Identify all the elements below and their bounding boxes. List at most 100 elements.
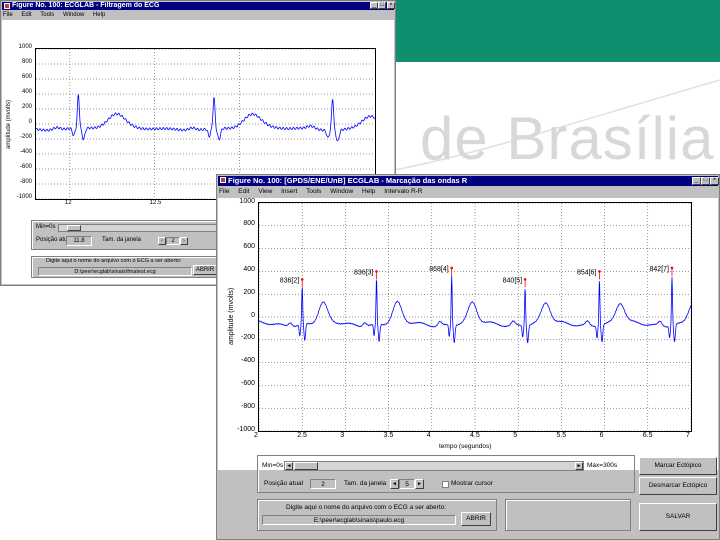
y-tick-label: 400 [243, 265, 255, 273]
window1-y-axis-label: amplitude (mvolts) [6, 99, 12, 149]
window2-window-size-label: Tam. da janela [344, 480, 387, 487]
show-cursor-label: Mostrar cursor [451, 480, 493, 487]
window2-plot-svg: 836[2] 836[3] 868[4] 840[5] 854[6] 842[7] [259, 203, 691, 431]
maximize-button[interactable]: □ [378, 2, 386, 9]
menu-help[interactable]: Help [93, 12, 105, 18]
r-peak-label: 854[6] [577, 269, 597, 276]
r-peak-point[interactable] [375, 270, 378, 273]
menu-edit[interactable]: Edit [238, 188, 249, 195]
x-tick-label: 6.5 [642, 432, 653, 439]
window1-size-decrease-button[interactable]: ‹ [158, 237, 166, 245]
ecg-signal-line [36, 94, 375, 142]
close-button[interactable]: × [387, 2, 395, 9]
y-tick-label: 600 [21, 74, 32, 80]
matlab-figure-icon [220, 177, 226, 183]
menu-window[interactable]: Window [330, 188, 353, 195]
window2-file-prompt: Digite aqui o nome do arquivo com o ECG … [286, 504, 447, 511]
y-tick-label: 600 [243, 243, 255, 251]
slider-right-arrow[interactable]: ► [575, 462, 583, 470]
window1-titlebar[interactable]: Figure No. 100: ECGLAB - Filtragem do EC… [2, 2, 394, 10]
menu-file[interactable]: File [3, 12, 13, 18]
window2-slider-max-label: Max=300s [587, 462, 618, 469]
window2-menubar: File Edit View Insert Tools Window Help … [219, 187, 430, 197]
menu-view[interactable]: View [258, 188, 272, 195]
y-tick-label: 800 [243, 220, 255, 228]
y-tick-label: 400 [21, 89, 32, 95]
window2-size-increase-button[interactable]: ► [415, 479, 424, 489]
window1-slider-thumb[interactable] [67, 225, 81, 231]
window2-info-panel [505, 499, 631, 531]
show-cursor-checkbox[interactable] [442, 481, 449, 488]
y-tick-label: -200 [19, 134, 32, 140]
window2-navigation-panel: Min=0s ◄ ► Max=300s Posição atual 2 Tam.… [257, 455, 635, 493]
r-peak-point[interactable] [300, 278, 304, 281]
y-tick-label: -400 [19, 149, 32, 155]
window2-file-path-input[interactable]: E:\peer\ecglab\sinais\paulo.ecg [262, 515, 456, 525]
menu-rr-interval[interactable]: Intervalo R-R [384, 188, 422, 195]
y-tick-label: 800 [21, 59, 32, 65]
r-peak-point[interactable] [450, 266, 453, 270]
matlab-figure-icon [4, 3, 10, 9]
window1-open-button[interactable]: ABRIR [193, 265, 217, 275]
r-peak-point[interactable] [598, 270, 601, 273]
window1-title: Figure No. 100: ECGLAB - Filtragem do EC… [12, 2, 160, 9]
x-tick-label: 4 [426, 432, 431, 439]
minimize-button[interactable]: _ [692, 177, 701, 185]
y-tick-label: -800 [19, 179, 32, 185]
y-tick-label: 1000 [18, 44, 32, 50]
window2-position-label: Posição atual [264, 480, 304, 487]
y-tick-label: 0 [251, 311, 255, 319]
menu-window[interactable]: Window [63, 12, 84, 18]
x-tick-label: 4.5 [470, 432, 480, 439]
r-peak-label: 868[4] [429, 266, 449, 273]
r-peak-label: 836[3] [354, 269, 374, 276]
window1-size-increase-button[interactable]: › [180, 237, 188, 245]
menu-tools[interactable]: Tools [306, 188, 321, 195]
background-band [395, 0, 720, 62]
save-button[interactable]: SALVAR [639, 503, 717, 531]
window1-file-path-input[interactable]: D:\peer\ecglab\sinais\fmatest.ecg [38, 267, 192, 276]
close-button[interactable]: × [710, 177, 719, 185]
r-peak-point[interactable] [670, 266, 674, 270]
x-tick-label: 12 [64, 200, 72, 206]
window2-position-field[interactable]: 2 [310, 479, 336, 489]
window2-size-field[interactable]: 5 [399, 479, 415, 489]
window2-slider-thumb[interactable] [294, 462, 318, 470]
x-tick-label: 3 [340, 432, 345, 439]
y-tick-label: 0 [28, 119, 32, 125]
window1-position-field[interactable]: 11.8 [66, 236, 92, 246]
r-peak-label: 842[7] [650, 266, 670, 273]
y-tick-label: 200 [21, 104, 32, 110]
window1-menubar: File Edit Tools Window Help [3, 11, 112, 19]
mark-ectopic-button[interactable]: Marcar Ectópico [639, 457, 717, 475]
window2-title: Figure No. 100: [GPDS/ENE/UnB] ECGLAB - … [228, 176, 468, 185]
r-peak-point[interactable] [523, 278, 527, 281]
window2-ecg-plot[interactable]: 836[2] 836[3] 868[4] 840[5] 854[6] 842[7] [258, 202, 692, 432]
menu-insert[interactable]: Insert [281, 188, 297, 195]
y-tick-label: -600 [240, 379, 255, 387]
x-tick-label: 6 [599, 432, 604, 439]
x-tick-label: 12.5 [149, 200, 162, 206]
maximize-button[interactable]: □ [701, 177, 710, 185]
minimize-button[interactable]: _ [370, 2, 378, 9]
window2-titlebar[interactable]: Figure No. 100: [GPDS/ENE/UnB] ECGLAB - … [218, 176, 718, 186]
window2-y-axis-label: amplitude (mvolts) [228, 287, 235, 345]
menu-tools[interactable]: Tools [40, 12, 54, 18]
window1-size-field[interactable]: 2 [166, 237, 180, 245]
menu-file[interactable]: File [219, 188, 229, 195]
y-tick-label: -400 [240, 357, 255, 365]
window2-time-slider[interactable]: ◄ ► [284, 461, 584, 471]
unmark-ectopic-button[interactable]: Desmarcar Ectópico [639, 477, 717, 495]
y-tick-label: -600 [19, 164, 32, 170]
y-tick-label: -1000 [16, 194, 32, 200]
y-tick-label: -1000 [237, 425, 255, 433]
window2-open-button[interactable]: ABRIR [461, 512, 491, 526]
slider-left-arrow[interactable]: ◄ [285, 462, 293, 470]
window2-slider-min-label: Min=0s [262, 462, 284, 469]
x-tick-label: 3.5 [383, 432, 394, 439]
window1-time-slider[interactable] [58, 224, 218, 232]
menu-help[interactable]: Help [362, 188, 375, 195]
y-tick-label: 200 [243, 288, 255, 296]
window2-size-decrease-button[interactable]: ◄ [390, 479, 399, 489]
menu-edit[interactable]: Edit [21, 12, 31, 18]
